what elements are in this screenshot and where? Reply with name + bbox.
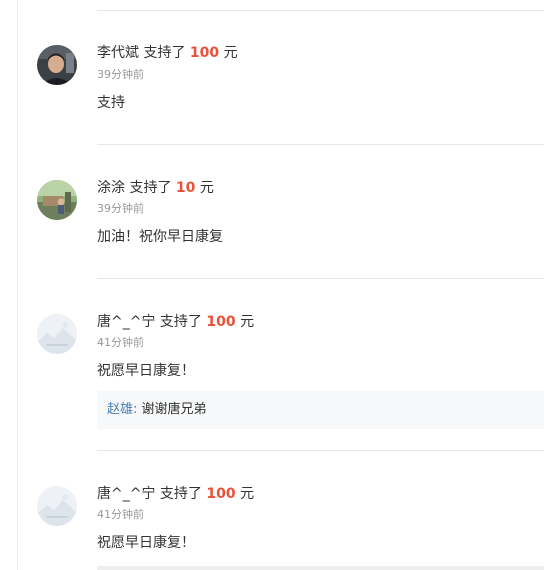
divider	[97, 278, 544, 279]
supporter-line: 唐^_^宁 支持了 100 元	[97, 313, 254, 331]
currency-unit: 元	[240, 486, 255, 502]
divider	[97, 450, 544, 451]
support-action: 支持了	[159, 314, 202, 330]
timestamp: 39分钟前	[97, 68, 144, 81]
currency-unit: 元	[199, 180, 214, 196]
supporter-line: 涂涂 支持了 10 元	[97, 179, 214, 197]
reply-separator: :	[133, 402, 138, 417]
avatar[interactable]	[37, 45, 77, 85]
timestamp: 41分钟前	[97, 508, 144, 521]
user-photo-icon	[37, 180, 77, 220]
support-message: 支持	[97, 95, 125, 111]
support-amount: 10	[175, 180, 196, 196]
divider	[97, 144, 544, 145]
support-action: 支持了	[143, 45, 186, 61]
reply-box-edge	[97, 566, 544, 570]
support-amount: 100	[206, 314, 236, 330]
default-avatar-icon	[37, 314, 77, 354]
timestamp: 41分钟前	[97, 336, 144, 349]
default-avatar-icon	[37, 486, 77, 526]
reply-text: 谢谢唐兄弟	[141, 402, 207, 417]
supporter-name[interactable]: 唐^_^宁	[97, 314, 155, 330]
support-action: 支持了	[159, 486, 202, 502]
support-message: 祝愿早日康复！	[97, 535, 195, 551]
support-message: 祝愿早日康复！	[97, 363, 195, 379]
avatar[interactable]	[37, 486, 77, 526]
reply-author[interactable]: 赵雄	[107, 402, 133, 417]
supporter-line: 唐^_^宁 支持了 100 元	[97, 485, 254, 503]
currency-unit: 元	[240, 314, 255, 330]
left-border-line	[17, 0, 18, 570]
support-amount: 100	[189, 45, 220, 61]
currency-unit: 元	[223, 45, 238, 61]
user-photo-icon	[37, 45, 77, 85]
timestamp: 39分钟前	[97, 202, 144, 215]
support-amount: 100	[206, 486, 236, 502]
support-message: 加油！祝你早日康复	[97, 229, 223, 245]
supporter-line: 李代斌 支持了 100 元	[97, 44, 238, 62]
reply-box: 赵雄: 谢谢唐兄弟	[97, 391, 544, 429]
avatar[interactable]	[37, 314, 77, 354]
supporter-name[interactable]: 李代斌	[97, 45, 139, 61]
supporter-name[interactable]: 唐^_^宁	[97, 486, 155, 502]
avatar[interactable]	[37, 180, 77, 220]
supporter-name[interactable]: 涂涂	[97, 180, 125, 196]
support-action: 支持了	[129, 180, 172, 196]
divider	[97, 10, 544, 11]
